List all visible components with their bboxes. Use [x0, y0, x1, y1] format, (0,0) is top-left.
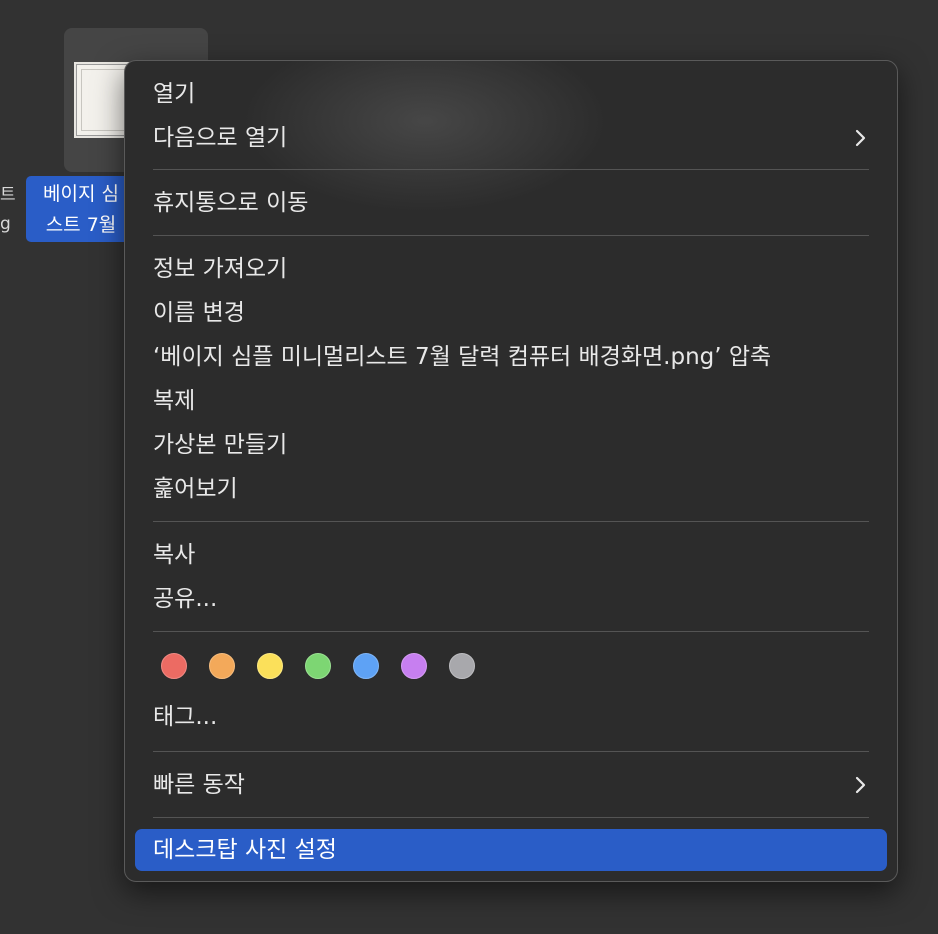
menu-item-get-info[interactable]: 정보 가져오기: [153, 251, 869, 287]
tag-color-gray[interactable]: [449, 653, 475, 679]
chevron-right-icon: [855, 129, 866, 147]
menu-item-move-to-trash[interactable]: 휴지통으로 이동: [153, 185, 869, 221]
adjacent-file-label-line-1: 트: [0, 185, 16, 205]
menu-item-make-alias[interactable]: 가상본 만들기: [153, 427, 869, 463]
menu-separator: [153, 631, 869, 632]
tag-color-red[interactable]: [161, 653, 187, 679]
menu-separator: [153, 235, 869, 236]
menu-item-share[interactable]: 공유...: [153, 581, 869, 617]
menu-item-quick-look[interactable]: 훑어보기: [153, 471, 869, 507]
tag-color-orange[interactable]: [209, 653, 235, 679]
adjacent-file-label-line-2: g: [0, 214, 11, 234]
menu-separator: [153, 751, 869, 752]
file-name-line-2: 스트 7월: [45, 214, 117, 236]
thumbnail-frame: [81, 69, 129, 131]
menu-item-label: 이름 변경: [153, 300, 245, 326]
menu-item-compress[interactable]: ‘베이지 심플 미니멀리스트 7월 달력 컴퓨터 배경화면.png’ 압축: [153, 339, 869, 375]
menu-item-label: 훑어보기: [153, 476, 238, 502]
menu-item-label: 가상본 만들기: [153, 432, 288, 458]
file-name-label[interactable]: 베이지 심 스트 7월: [26, 176, 136, 242]
highlighted-menu-row[interactable]: 데스크탑 사진 설정: [135, 829, 887, 871]
menu-item-label: 빠른 동작: [153, 772, 245, 798]
menu-item-duplicate[interactable]: 복제: [153, 383, 869, 419]
menu-item-open-with[interactable]: 다음으로 열기: [153, 120, 869, 156]
menu-item-quick-actions[interactable]: 빠른 동작: [153, 767, 869, 803]
context-menu: 열기 다음으로 열기 휴지통으로 이동 정보 가져오기 이름 변경 ‘베이지 심…: [124, 60, 898, 882]
menu-item-copy[interactable]: 복사: [153, 537, 869, 573]
menu-item-label: 다음으로 열기: [153, 125, 288, 151]
menu-item-label: 복사: [153, 542, 196, 568]
menu-item-label: 공유...: [153, 586, 218, 612]
tag-color-blue[interactable]: [353, 653, 379, 679]
menu-item-tags[interactable]: 태그...: [153, 699, 869, 735]
tag-color-green[interactable]: [305, 653, 331, 679]
menu-item-label: 정보 가져오기: [153, 256, 288, 282]
menu-item-label: 태그...: [153, 704, 218, 730]
menu-item-label: ‘베이지 심플 미니멀리스트 7월 달력 컴퓨터 배경화면.png’ 압축: [153, 344, 772, 370]
menu-item-set-desktop-picture[interactable]: 데스크탑 사진 설정: [153, 832, 869, 868]
menu-item-label: 열기: [153, 81, 196, 107]
tag-color-yellow[interactable]: [257, 653, 283, 679]
menu-item-label: 복제: [153, 388, 196, 414]
menu-separator: [153, 521, 869, 522]
menu-item-label: 데스크탑 사진 설정: [153, 837, 337, 863]
menu-separator: [153, 817, 869, 818]
menu-item-label: 휴지통으로 이동: [153, 190, 309, 216]
tag-color-purple[interactable]: [401, 653, 427, 679]
menu-separator: [153, 169, 869, 170]
file-name-line-1: 베이지 심: [43, 183, 119, 205]
menu-item-rename[interactable]: 이름 변경: [153, 295, 869, 331]
menu-item-open[interactable]: 열기: [153, 76, 869, 112]
chevron-right-icon: [855, 776, 866, 794]
